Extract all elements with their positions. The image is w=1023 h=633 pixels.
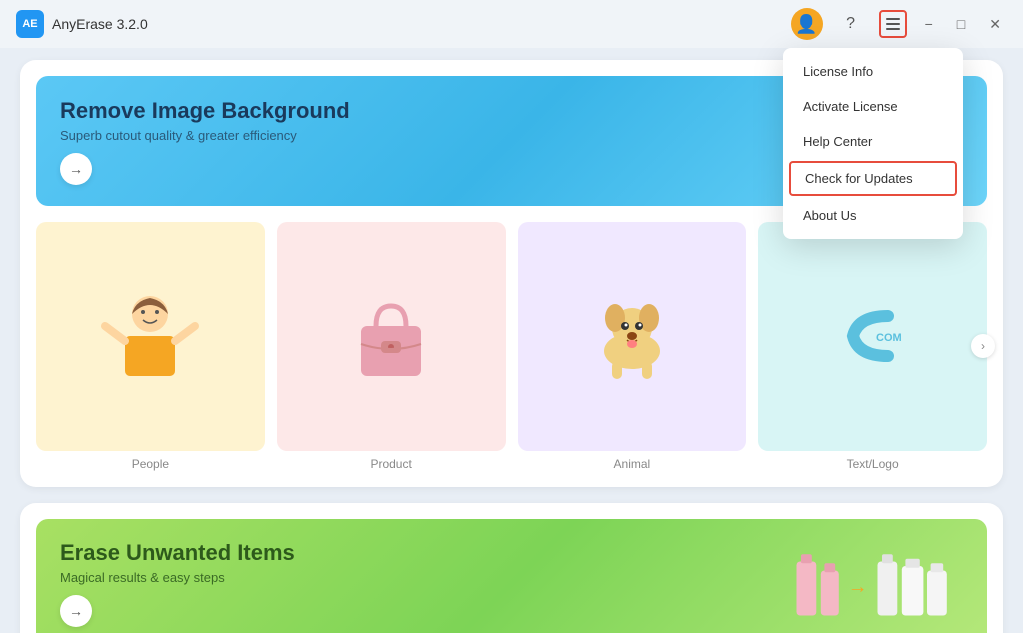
textlogo-label: Text/Logo [847,457,899,471]
app-title: AnyErase 3.2.0 [52,16,148,32]
erase-arrow-button[interactable]: → [60,595,92,627]
remove-banner-subtitle: Superb cutout quality & greater efficien… [60,128,350,143]
menu-button[interactable] [879,10,907,38]
svg-text:COM: COM [876,332,902,344]
products-illustration: → [783,539,963,629]
remove-arrow-button[interactable]: → [60,153,92,185]
people-thumb [36,222,265,451]
animal-label: Animal [614,457,651,471]
dropdown-menu: License Info Activate License Help Cente… [783,48,963,239]
product-label: Product [370,457,411,471]
animal-item[interactable]: Animal [518,222,747,471]
textlogo-item[interactable]: COM Text/Logo [758,222,987,471]
title-bar-right: 👤 ? − □ ✕ [791,8,1007,40]
menu-line [886,23,900,25]
svg-text:→: → [848,576,868,598]
title-bar: AE AnyErase 3.2.0 👤 ? − □ ✕ [0,0,1023,48]
erase-banner-text: Erase Unwanted Items Magical results & e… [60,540,295,627]
erase-banner: Erase Unwanted Items Magical results & e… [36,519,987,633]
people-svg [95,286,205,386]
textlogo-thumb: COM [758,222,987,451]
people-label: People [132,457,169,471]
product-item[interactable]: Product [277,222,506,471]
erase-banner-subtitle: Magical results & easy steps [60,570,295,585]
product-svg [336,286,446,386]
product-thumb [277,222,506,451]
menu-line [886,28,900,30]
remove-items-grid: People Produc [36,222,987,471]
animal-svg [577,286,687,386]
help-button[interactable]: ? [835,8,867,40]
people-item[interactable]: People [36,222,265,471]
products-svg: → [783,539,963,629]
close-button[interactable]: ✕ [983,12,1007,37]
activate-license-item[interactable]: Activate License [783,89,963,124]
maximize-button[interactable]: □ [951,12,971,36]
app-logo: AE [16,10,44,38]
textlogo-svg: COM [818,286,928,386]
animal-thumb [518,222,747,451]
license-info-item[interactable]: License Info [783,54,963,89]
title-bar-left: AE AnyErase 3.2.0 [16,10,148,38]
about-us-item[interactable]: About Us [783,198,963,233]
menu-line [886,18,900,20]
erase-items-card: Erase Unwanted Items Magical results & e… [20,503,1003,633]
scroll-right-arrow[interactable]: › [971,334,995,358]
minimize-button[interactable]: − [919,12,939,36]
help-center-item[interactable]: Help Center [783,124,963,159]
avatar-button[interactable]: 👤 [791,8,823,40]
remove-banner-text: Remove Image Background Superb cutout qu… [60,98,350,185]
erase-banner-title: Erase Unwanted Items [60,540,295,566]
check-updates-item[interactable]: Check for Updates [789,161,957,196]
remove-banner-title: Remove Image Background [60,98,350,124]
